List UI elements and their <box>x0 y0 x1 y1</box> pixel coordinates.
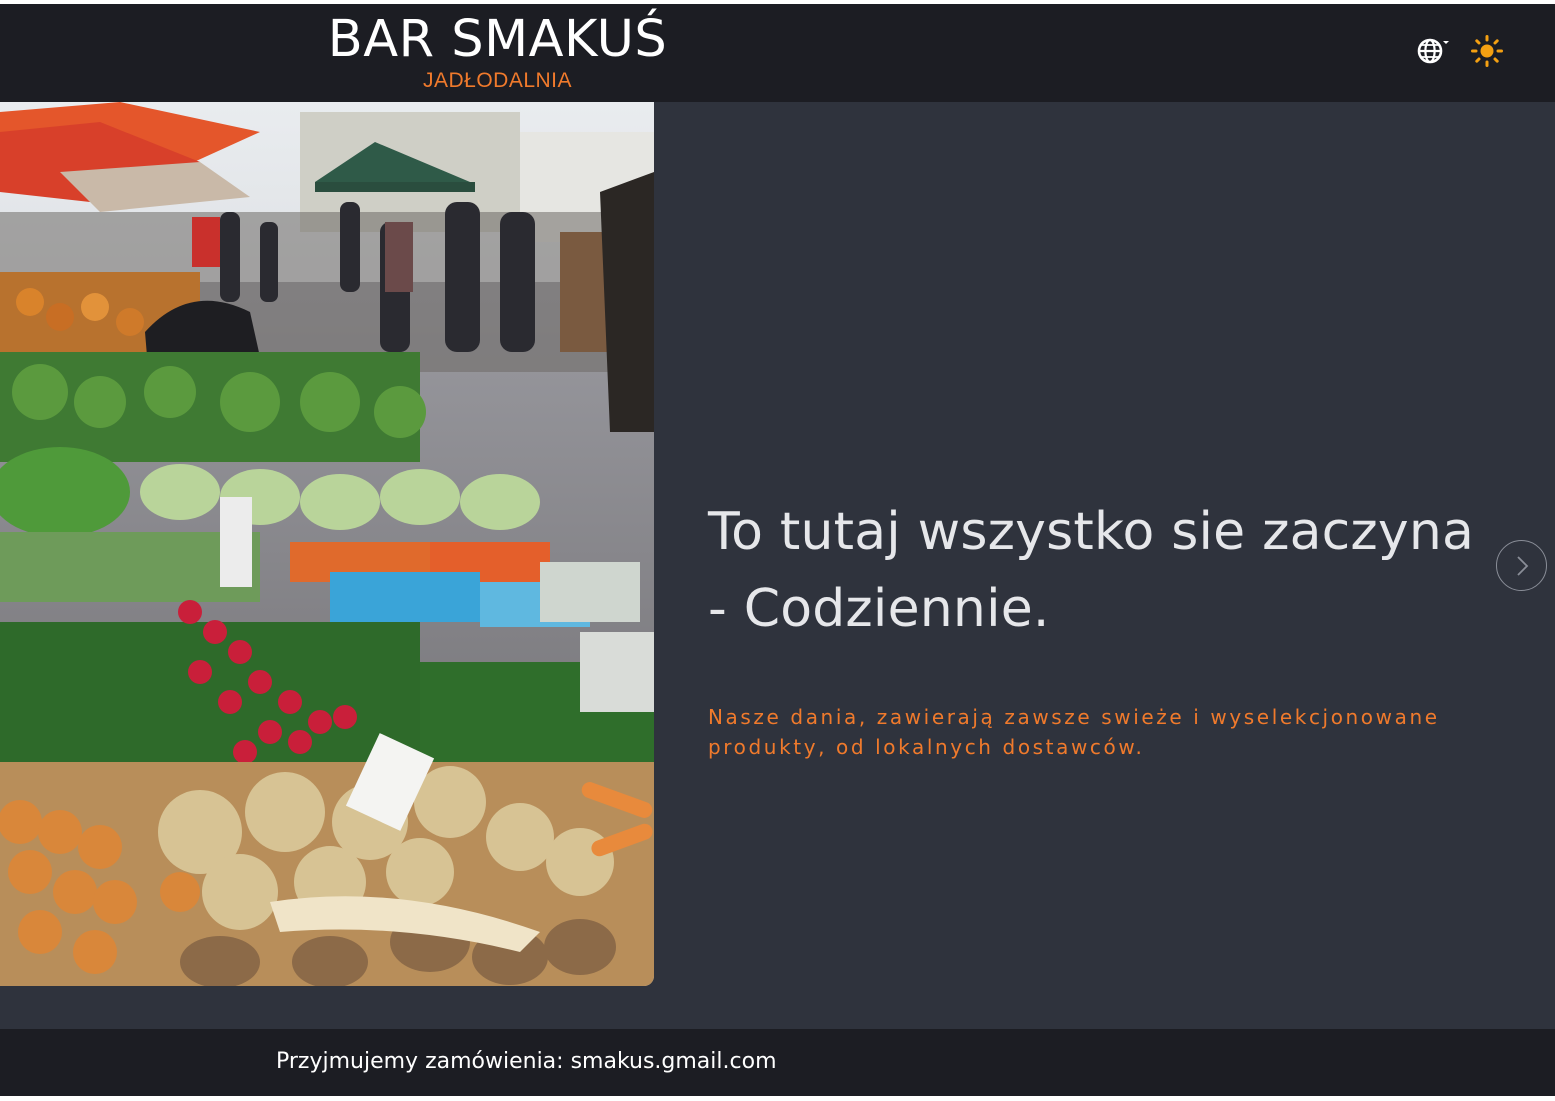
hero-subtext: Nasze dania, zawierają zawsze swieże i w… <box>708 705 1440 759</box>
market-vegetables-photo <box>0 102 654 986</box>
chevron-right-icon <box>1516 555 1528 576</box>
contact-line: Przyjmujemy zamówienia: smakus.gmail.com <box>276 1049 777 1074</box>
hero-heading: To tutaj wszystko sie zaczyna - Codzienn… <box>708 502 1475 639</box>
globe-icon[interactable] <box>1416 34 1450 68</box>
bottom-border <box>0 1096 1555 1101</box>
brand-subtitle: JADŁODALNIA <box>422 69 573 92</box>
hero-slide: To tutaj wszystko sie zaczyna - Codzienn… <box>0 102 1555 1029</box>
brand-name: BAR SMAKUŚ <box>327 10 668 69</box>
site-header: BAR SMAKUŚ JADŁODALNIA <box>0 4 1555 102</box>
site-footer: Przyjmujemy zamówienia: smakus.gmail.com <box>0 1029 1555 1096</box>
sun-icon[interactable] <box>1470 34 1504 68</box>
contact-label: Przyjmujemy zamówienia: <box>276 1049 571 1074</box>
brand-logo[interactable]: BAR SMAKUŚ JADŁODALNIA <box>320 10 675 94</box>
contact-email-link[interactable]: smakus.gmail.com <box>571 1049 777 1074</box>
carousel-next-button[interactable] <box>1496 540 1547 591</box>
